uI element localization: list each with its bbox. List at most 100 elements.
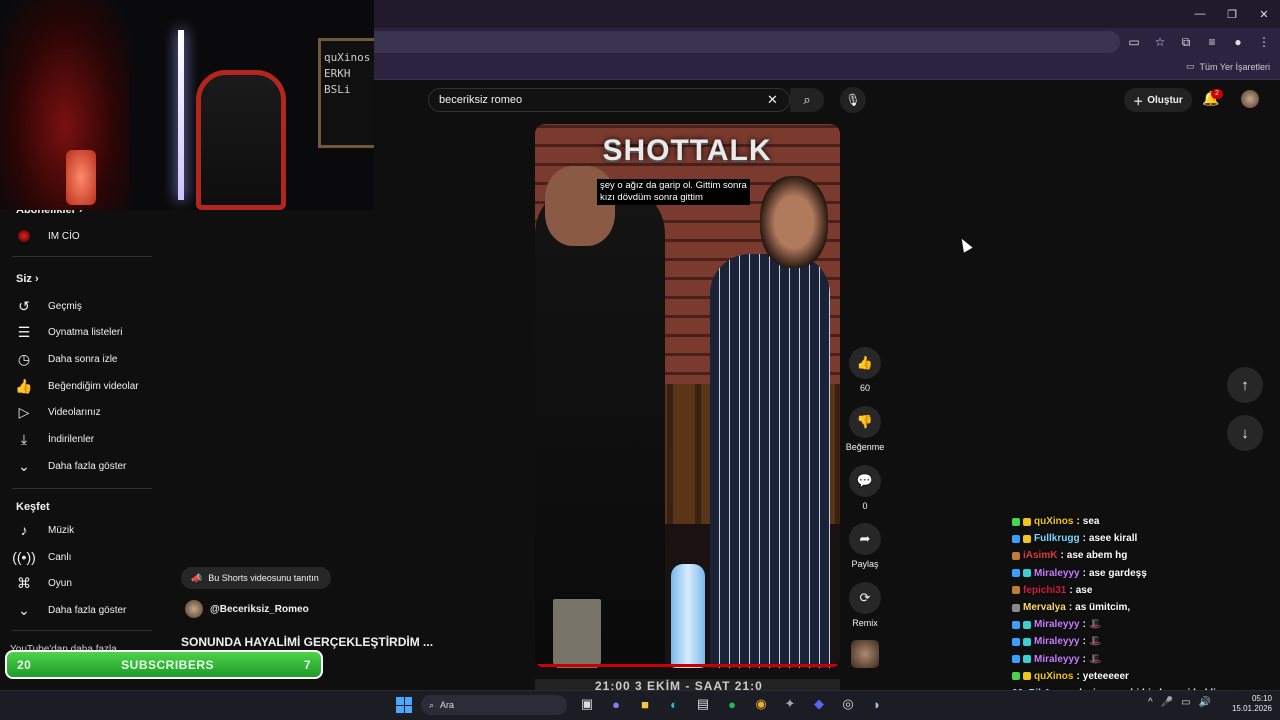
create-button[interactable]: ＋ Oluştur [1124, 88, 1192, 112]
search-button[interactable]: ⌕ [790, 88, 824, 112]
promote-short-button[interactable]: 📣 Bu Shorts videosunu tanıtın [181, 567, 331, 589]
you-heading[interactable]: Siz › [16, 273, 39, 285]
history-icon: ↺ [18, 297, 30, 314]
sidebar-item-im-cio[interactable]: IM CİO [0, 223, 154, 249]
sidebar-item-your-videos[interactable]: ▷ Videolarınız [0, 399, 154, 425]
chat-message: Mervalya: as ümitcim, [1012, 599, 1272, 616]
chrome-icon[interactable]: ◉ [752, 694, 770, 714]
chat-message: Fullkrugg: asee kirall [1012, 530, 1272, 547]
taskbar-search[interactable]: ⌕ Ara [421, 695, 567, 715]
close-window-button[interactable]: ✕ [1248, 0, 1280, 28]
star-icon[interactable]: ☆ [1152, 35, 1168, 49]
menu-icon[interactable]: ⋮ [1256, 35, 1272, 49]
settings-app-icon[interactable]: ✦ [781, 694, 799, 714]
steam-icon[interactable]: ◗ [868, 694, 886, 714]
account-avatar[interactable] [1241, 90, 1259, 108]
maximize-button[interactable]: ❐ [1216, 0, 1248, 28]
chat-text: yeteeeeer [1082, 670, 1129, 682]
chat-text: 🎩 [1088, 636, 1102, 648]
chat-text: ase gardeşş [1088, 567, 1147, 579]
like-count: 60 [859, 383, 870, 393]
address-bar[interactable] [360, 31, 1120, 53]
sidebar-item-label: IM CİO [48, 230, 80, 242]
notification-count-badge: 2 [1211, 89, 1223, 99]
sidebar-item-show-more[interactable]: ⌄ Daha fazla göster [0, 453, 154, 479]
sidebar-item-playlists[interactable]: ☰ Oynatma listeleri [0, 319, 154, 345]
watch-later-icon: ◷ [17, 350, 31, 367]
arrow-up-icon: ↑ [1241, 376, 1249, 394]
sidebar-item-gaming[interactable]: ⌘ Oyun [0, 570, 154, 596]
divider [12, 630, 152, 631]
channel-avatar-icon [18, 230, 30, 242]
chat-badge-icon [1023, 620, 1031, 629]
video-woman-head [760, 176, 828, 268]
sidebar-item-music[interactable]: ♪ Müzik [0, 517, 154, 543]
arrow-down-icon: ↓ [1241, 424, 1249, 442]
thumbs-up-icon: 👍 [856, 355, 874, 370]
comments-button[interactable]: 💬 [849, 465, 881, 497]
chat-badge-icon [1012, 551, 1020, 560]
subs-label: SUBSCRIBERS [121, 657, 215, 672]
remix-button[interactable]: ⟳ [849, 582, 881, 614]
sidebar-item-history[interactable]: ↺ Geçmiş [0, 293, 154, 319]
chat-badge-icon [1012, 534, 1020, 543]
cast-icon[interactable]: ▭ [1126, 35, 1142, 49]
edge-icon[interactable]: ◐ [665, 694, 683, 714]
chat-username: Miraleyyy [1034, 567, 1080, 579]
sound-thumbnail[interactable] [851, 640, 879, 668]
previous-short-button[interactable]: ↑ [1227, 367, 1263, 403]
teams-icon[interactable]: ● [607, 694, 625, 714]
windows-start-icon[interactable] [396, 697, 412, 713]
chat-separator: : [1082, 653, 1086, 665]
chevron-down-icon: ⌄ [18, 457, 30, 474]
chat-badge-icon [1012, 655, 1020, 664]
divider [12, 256, 152, 257]
video-water-bottle [671, 564, 705, 668]
chat-badge-icon [1012, 620, 1020, 629]
dislike-label: Beğenme [845, 442, 885, 452]
webcam-lamp [66, 150, 96, 205]
sidebar-item-live[interactable]: ((•)) Canlı [0, 544, 154, 570]
taskbar-clock[interactable]: 05:10 15.01.2026 [1222, 694, 1272, 714]
profile-icon[interactable]: ● [1230, 35, 1246, 49]
sidebar-item-watch-later[interactable]: ◷ Daha sonra izle [0, 346, 154, 372]
discord-icon[interactable]: ◆ [810, 694, 828, 714]
dislike-button[interactable]: 👎 [849, 406, 881, 438]
chat-username: Miraleyyy [1034, 636, 1080, 648]
downloads-icon: ⤓ [20, 430, 28, 447]
share-button[interactable]: ➦ [849, 523, 881, 555]
tray-chevron-icon[interactable]: ^ [1148, 697, 1153, 708]
minimize-button[interactable]: — [1184, 0, 1216, 28]
channel-name[interactable]: @Beceriksiz_Romeo [210, 604, 309, 615]
file-explorer-icon[interactable]: ■ [636, 694, 654, 714]
voice-search-button[interactable]: 🎙 [840, 87, 866, 113]
video-progress-bar[interactable] [535, 664, 840, 667]
share-icon: ➦ [859, 531, 871, 546]
extensions-icon[interactable]: ⧉ [1178, 35, 1194, 50]
shorts-video-player[interactable]: SHOTTALK şey o ağız da garip ol. Gittim … [535, 124, 840, 668]
sidebar-item-show-more-explore[interactable]: ⌄ Daha fazla göster [0, 597, 154, 623]
spotify-icon[interactable]: ● [723, 694, 741, 714]
task-view-icon[interactable]: ▣ [578, 694, 596, 714]
obs-icon[interactable]: ◎ [839, 694, 857, 714]
music-icon: ♪ [20, 522, 28, 538]
subscriber-goal-bar: 20 SUBSCRIBERS 7 [5, 650, 323, 679]
chat-message: iAsimK: ase abem hg [1012, 547, 1272, 564]
webcam-red-light [0, 0, 130, 210]
channel-avatar[interactable] [185, 600, 203, 618]
chat-text: ase abem hg [1066, 550, 1128, 562]
short-title[interactable]: SONUNDA HAYALİMİ GERÇEKLEŞTİRDİM ... [181, 635, 433, 649]
volume-icon[interactable]: 🔊 [1199, 697, 1211, 708]
store-icon[interactable]: ▤ [694, 694, 712, 714]
all-bookmarks-button[interactable]: ▭ Tüm Yer İşaretleri [1186, 61, 1270, 72]
next-short-button[interactable]: ↓ [1227, 415, 1263, 451]
media-icon[interactable]: ≡ [1204, 35, 1220, 49]
chat-badge-icon [1023, 517, 1031, 526]
network-icon[interactable]: ▭ [1181, 697, 1190, 708]
like-button[interactable]: 👍 [849, 347, 881, 379]
clear-search-icon[interactable]: ✕ [767, 92, 778, 108]
mic-tray-icon[interactable]: 🎤 [1161, 697, 1173, 708]
comment-icon: 💬 [856, 473, 874, 488]
sidebar-item-downloads[interactable]: ⤓ İndirilenler [0, 426, 154, 452]
sidebar-item-liked[interactable]: 👍 Beğendiğim videolar [0, 373, 154, 399]
